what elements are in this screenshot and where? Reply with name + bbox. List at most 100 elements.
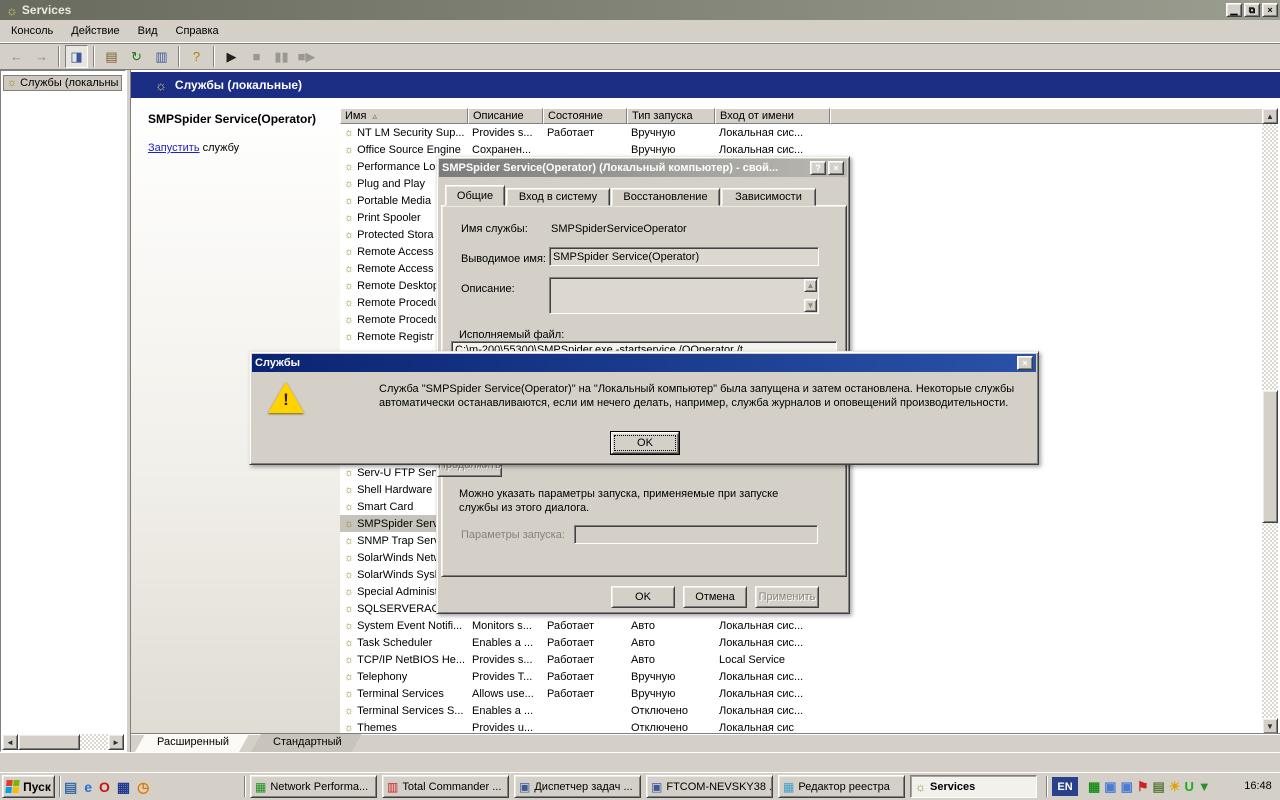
start-service-button[interactable]: ▶ <box>220 45 243 68</box>
service-row[interactable]: ☼ Terminal Services S... Enables a ... О… <box>340 702 1262 719</box>
taskbar-clock[interactable]: 16:48 <box>1238 780 1278 792</box>
show-desktop-icon[interactable]: ▤ <box>64 780 77 794</box>
scrollbar-track[interactable] <box>1262 124 1278 718</box>
minimize-button[interactable]: ▁ <box>1226 3 1242 17</box>
service-row[interactable]: ☼ TCP/IP NetBIOS He... Provides s... Раб… <box>340 651 1262 668</box>
task-registry-editor[interactable]: ▦ Редактор реестра <box>778 775 905 798</box>
uptime-utility-icon[interactable]: U <box>1185 780 1194 793</box>
properties-dialog-titlebar[interactable]: SMPSpider Service(Operator) (Локальный к… <box>439 159 847 177</box>
hp-printer-icon[interactable]: ▼ <box>1198 780 1211 793</box>
tab-general[interactable]: Общие <box>445 185 505 206</box>
service-name-cell: Remote Procedu <box>357 314 440 326</box>
service-logon-as-cell: Локальная сис... <box>715 668 830 685</box>
list-vertical-scrollbar[interactable]: ▲ ▼ <box>1262 108 1278 734</box>
pause-service-button[interactable]: ▮▮ <box>270 45 293 68</box>
tab-standard[interactable]: Стандартный <box>251 734 364 752</box>
properties-ok-button[interactable]: OK <box>611 586 675 608</box>
tab-extended[interactable]: Расширенный <box>135 734 251 752</box>
tab-log-on[interactable]: Вход в систему <box>506 188 610 206</box>
service-name-cell: Remote Access <box>357 246 433 258</box>
taskbar-buttons: ▦ Network Performa... ▥ Total Commander … <box>250 775 1037 798</box>
tree-horizontal-scrollbar[interactable]: ◄ ► <box>2 734 124 750</box>
tab-recovery[interactable]: Восстановление <box>611 188 720 206</box>
network-utilization-icon[interactable]: ▦ <box>1088 780 1100 793</box>
clock-launcher-icon[interactable]: ◷ <box>137 780 149 794</box>
alert-dialog-titlebar[interactable]: Службы × <box>252 354 1036 372</box>
window-titlebar[interactable]: ☼ Services ▁ ⧉ × <box>0 0 1280 20</box>
scheduler-document-icon[interactable]: ▤ <box>1153 780 1165 793</box>
export-list-button[interactable]: ▥ <box>150 45 173 68</box>
scrollbar-thumb[interactable] <box>1262 390 1278 523</box>
show-console-tree-button[interactable]: ◨ <box>65 45 88 68</box>
scroll-down-button[interactable]: ▼ <box>1262 718 1278 734</box>
properties-button[interactable]: ▤ <box>100 45 123 68</box>
opera-icon[interactable]: O <box>99 780 110 794</box>
forward-button[interactable]: → <box>30 45 53 68</box>
service-row[interactable]: ☼ Terminal Services Allows use... Работа… <box>340 685 1262 702</box>
task-ftcom-nevsky38[interactable]: ▣ FTCOM-NEVSKY38 ... <box>646 775 773 798</box>
network-computer-2-icon[interactable]: ▣ <box>1121 780 1133 793</box>
start-service-link[interactable]: Запустить <box>148 142 200 154</box>
menu-item[interactable]: Консоль <box>2 20 62 42</box>
service-row[interactable]: ☼ System Event Notifi... Monitors s... Р… <box>340 617 1262 634</box>
properties-cancel-button[interactable]: Отмена <box>683 586 747 608</box>
selected-service-name: SMPSpider Service(Operator) <box>148 112 316 126</box>
taskbar-separator <box>244 776 246 797</box>
menu-item[interactable]: Действие <box>62 20 128 42</box>
description-field[interactable]: ▲ ▼ <box>549 277 819 314</box>
description-scroll-up[interactable]: ▲ <box>804 279 817 292</box>
stop-service-button[interactable]: ■ <box>245 45 268 68</box>
close-dialog-button[interactable]: × <box>828 161 844 175</box>
refresh-button[interactable]: ↻ <box>125 45 148 68</box>
tab-dependencies[interactable]: Зависимости <box>721 188 816 206</box>
column-header-status[interactable]: Состояние <box>543 108 627 124</box>
service-row[interactable]: ☼ Themes Provides u... Отключено Локальн… <box>340 719 1262 733</box>
menu-item[interactable]: Справка <box>167 20 228 42</box>
column-header-description[interactable]: Описание <box>468 108 543 124</box>
service-row[interactable]: ☼ Telephony Provides T... Работает Вручн… <box>340 668 1262 685</box>
save-disk-icon[interactable]: ▦ <box>117 780 130 794</box>
scrollbar-track[interactable] <box>80 734 108 750</box>
service-action-line: Запустить службу <box>148 142 239 154</box>
network-computer-icon[interactable]: ▣ <box>1104 780 1116 793</box>
service-gear-icon: ☼ <box>344 569 354 581</box>
service-row[interactable]: ☼ NT LM Security Sup... Provides s... Ра… <box>340 124 1262 141</box>
services-alert-dialog: Службы × ! Служба "SMPSpider Service(Ope… <box>249 351 1039 465</box>
back-button[interactable]: ← <box>5 45 28 68</box>
scroll-left-button[interactable]: ◄ <box>2 734 18 750</box>
tree-item-label: Службы (локальны <box>20 77 118 89</box>
display-name-field[interactable] <box>549 247 819 266</box>
column-header-name[interactable]: Имя ▵ <box>340 108 468 124</box>
internet-explorer-icon[interactable]: e <box>84 780 92 794</box>
traffic-light-icon[interactable]: ⚑ <box>1137 780 1149 793</box>
task-services[interactable]: ☼ Services <box>910 775 1037 798</box>
task-task-manager[interactable]: ▣ Диспетчер задач ... <box>514 775 641 798</box>
restore-button[interactable]: ⧉ <box>1244 3 1260 17</box>
column-header-startup-type[interactable]: Тип запуска <box>627 108 715 124</box>
service-gear-icon: ☼ <box>344 229 354 241</box>
scrollbar-thumb[interactable] <box>18 734 80 750</box>
system-tray: ▦ ▣ ▣ ⚑ ▤ ☀ U ▼ <box>1088 777 1211 796</box>
language-indicator[interactable]: EN <box>1052 777 1078 796</box>
alert-ok-button[interactable]: OK <box>611 432 679 454</box>
restart-service-button[interactable]: ■▶ <box>295 45 318 68</box>
menu-item[interactable]: Вид <box>129 20 167 42</box>
task-total-commander[interactable]: ▥ Total Commander ... <box>382 775 509 798</box>
scroll-right-button[interactable]: ► <box>108 734 124 750</box>
help-button[interactable]: ? <box>185 45 208 68</box>
close-button[interactable]: × <box>1262 3 1278 17</box>
start-button[interactable]: Пуск <box>2 775 55 798</box>
task-network-performance[interactable]: ▦ Network Performa... <box>250 775 377 798</box>
properties-apply-button[interactable]: Применить <box>755 586 819 608</box>
scroll-up-button[interactable]: ▲ <box>1262 108 1278 124</box>
description-scroll-down[interactable]: ▼ <box>804 299 817 312</box>
tree-item-services-local[interactable]: ☼ Службы (локальны <box>3 75 122 91</box>
service-status-cell <box>543 702 627 719</box>
help-titlebar-button[interactable]: ? <box>810 161 826 175</box>
alert-close-button[interactable]: × <box>1017 356 1033 370</box>
startup-params-field[interactable] <box>574 525 818 544</box>
service-name-cell: SNMP Trap Serv <box>357 535 439 547</box>
service-row[interactable]: ☼ Task Scheduler Enables a ... Работает … <box>340 634 1262 651</box>
sun-utility-icon[interactable]: ☀ <box>1169 780 1181 793</box>
column-header-log-on-as[interactable]: Вход от имени <box>715 108 830 124</box>
